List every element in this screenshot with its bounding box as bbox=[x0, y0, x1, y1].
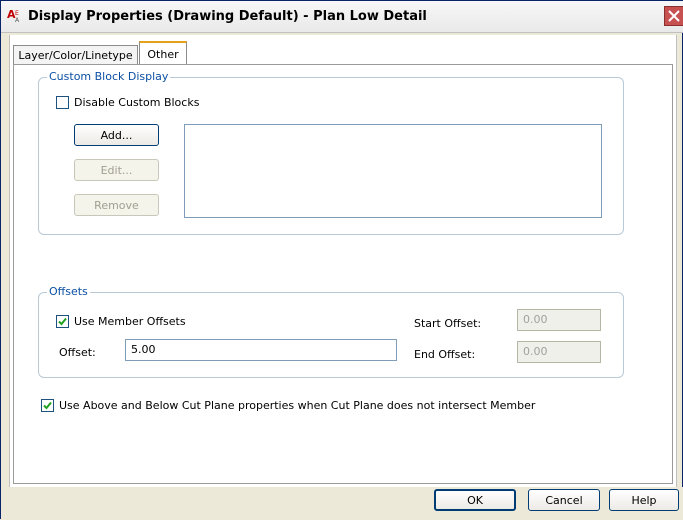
end-offset-label: End Offset: bbox=[414, 348, 476, 361]
title-bar[interactable]: A E A Display Properties (Drawing Defaul… bbox=[1, 1, 683, 33]
cut-plane-checkbox[interactable] bbox=[41, 399, 54, 412]
tab-other[interactable]: Other bbox=[139, 41, 187, 65]
use-member-offsets-checkbox[interactable] bbox=[56, 315, 69, 328]
tab-panel-other: Custom Block Display Disable Custom Bloc… bbox=[13, 64, 673, 484]
svg-text:A: A bbox=[15, 17, 20, 24]
cancel-button[interactable]: Cancel bbox=[528, 489, 600, 511]
add-button[interactable]: Add... bbox=[74, 124, 159, 146]
svg-text:E: E bbox=[15, 10, 19, 17]
remove-button[interactable]: Remove bbox=[74, 194, 159, 216]
window-title: Display Properties (Drawing Default) - P… bbox=[28, 9, 427, 24]
custom-blocks-list[interactable] bbox=[184, 124, 602, 218]
disable-custom-blocks-checkbox[interactable] bbox=[56, 96, 69, 109]
custom-block-display-group: Custom Block Display Disable Custom Bloc… bbox=[38, 70, 624, 235]
use-member-offsets-label: Use Member Offsets bbox=[74, 315, 186, 328]
group-legend: Offsets bbox=[47, 285, 90, 298]
close-button[interactable] bbox=[664, 6, 683, 26]
autocad-architecture-icon: A E A bbox=[7, 7, 25, 25]
help-button[interactable]: Help bbox=[609, 489, 679, 511]
offset-field[interactable]: 5.00 bbox=[125, 339, 397, 361]
start-offset-field[interactable]: 0.00 bbox=[517, 309, 601, 331]
checkmark-icon bbox=[58, 317, 67, 326]
close-icon bbox=[668, 7, 680, 26]
offsets-group: Offsets Use Member Offsets Offset: 5.00 … bbox=[38, 285, 624, 378]
button-bar: OK Cancel Help bbox=[1, 487, 683, 520]
dialog-window: A E A Display Properties (Drawing Defaul… bbox=[0, 0, 683, 520]
edit-button[interactable]: Edit... bbox=[74, 159, 159, 181]
checkmark-icon bbox=[43, 401, 52, 410]
tab-layer-color-linetype[interactable]: Layer/Color/Linetype bbox=[13, 45, 138, 64]
group-legend: Custom Block Display bbox=[47, 70, 171, 83]
start-offset-label: Start Offset: bbox=[414, 317, 482, 330]
offset-label: Offset: bbox=[59, 346, 96, 359]
cut-plane-label: Use Above and Below Cut Plane properties… bbox=[59, 399, 536, 412]
disable-custom-blocks-label: Disable Custom Blocks bbox=[74, 96, 200, 109]
end-offset-field[interactable]: 0.00 bbox=[517, 341, 601, 363]
ok-button[interactable]: OK bbox=[434, 489, 516, 511]
